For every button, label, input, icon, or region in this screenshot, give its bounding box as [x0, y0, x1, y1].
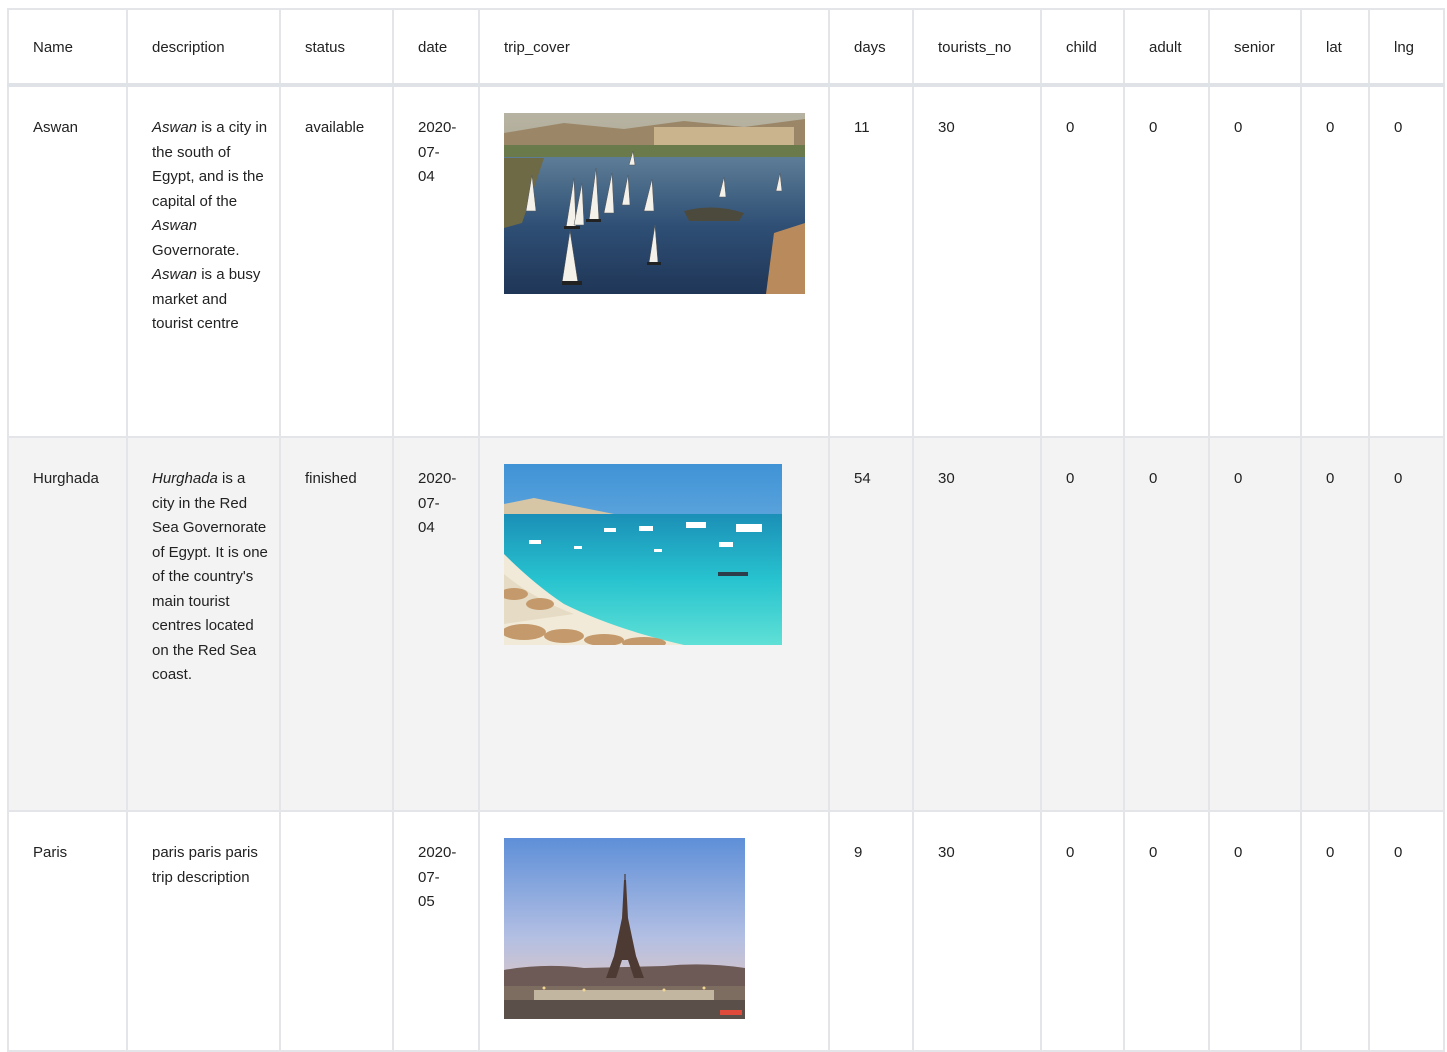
cell-tourists-no: 30: [912, 810, 1042, 1052]
table-row[interactable]: Hurghada Hurghada is a city in the Red S…: [7, 436, 1445, 812]
date-part: 05: [418, 893, 435, 910]
description-text: Governorate.: [152, 241, 240, 259]
column-header-senior[interactable]: senior: [1208, 8, 1302, 87]
cell-trip-cover: [478, 84, 830, 438]
hurghada-cover-image[interactable]: [504, 464, 782, 645]
cell-senior: 0: [1208, 84, 1302, 438]
column-header-name[interactable]: Name: [7, 8, 128, 87]
cell-name: Paris: [7, 810, 128, 1052]
aswan-cover-image[interactable]: [504, 113, 805, 294]
cell-description: Aswan is a city in the south of Egypt, a…: [126, 84, 281, 438]
cell-status: [279, 810, 394, 1052]
cell-senior: 0: [1208, 810, 1302, 1052]
date-part: 2020-: [418, 119, 457, 136]
date-part: 07-: [418, 143, 440, 161]
cell-description: Hurghada is a city in the Red Sea Govern…: [126, 436, 281, 812]
cell-lat: 0: [1300, 84, 1370, 438]
cell-status: finished: [279, 436, 394, 812]
description-emphasis: Hurghada: [152, 470, 218, 487]
cell-tourists-no: 30: [912, 436, 1042, 812]
cell-adult: 0: [1123, 436, 1210, 812]
cell-lng: 0: [1368, 84, 1445, 438]
cell-date: 2020- 07- 05: [392, 810, 480, 1052]
cell-description: paris paris paris trip description: [126, 810, 281, 1052]
cell-lng: 0: [1368, 810, 1445, 1052]
cell-lng: 0: [1368, 436, 1445, 812]
date-part: 04: [418, 519, 435, 536]
date-part: 2020-: [418, 844, 457, 861]
column-header-adult[interactable]: adult: [1123, 8, 1210, 87]
column-header-description[interactable]: description: [126, 8, 281, 87]
table-header-row: Name description status date trip_cover …: [7, 8, 1445, 87]
trips-table-container: Name description status date trip_cover …: [7, 8, 1445, 1052]
description-emphasis: Aswan: [152, 119, 198, 136]
column-header-child[interactable]: child: [1040, 8, 1125, 87]
column-header-days[interactable]: days: [828, 8, 914, 87]
cell-days: 11: [828, 84, 914, 438]
paris-cover-image[interactable]: [504, 838, 745, 1019]
description-emphasis: Aswan: [152, 217, 198, 234]
description-text: paris paris paris trip description: [152, 844, 258, 886]
cell-date: 2020- 07- 04: [392, 84, 480, 438]
date-part: 07-: [418, 868, 440, 886]
table-row[interactable]: Paris paris paris paris trip description…: [7, 810, 1445, 1052]
column-header-lng[interactable]: lng: [1368, 8, 1445, 87]
cell-days: 9: [828, 810, 914, 1052]
cell-days: 54: [828, 436, 914, 812]
column-header-tourists-no[interactable]: tourists_no: [912, 8, 1042, 87]
cell-lat: 0: [1300, 436, 1370, 812]
trips-table: Name description status date trip_cover …: [7, 8, 1445, 1052]
cell-name: Hurghada: [7, 436, 128, 812]
date-part: 04: [418, 168, 435, 185]
cell-child: 0: [1040, 810, 1125, 1052]
cell-child: 0: [1040, 84, 1125, 438]
cell-lat: 0: [1300, 810, 1370, 1052]
cell-date: 2020- 07- 04: [392, 436, 480, 812]
date-part: 07-: [418, 494, 440, 512]
cell-adult: 0: [1123, 84, 1210, 438]
column-header-lat[interactable]: lat: [1300, 8, 1370, 87]
date-part: 2020-: [418, 470, 457, 487]
description-text: is a city in the Red Sea Governorate of …: [152, 470, 268, 683]
cell-senior: 0: [1208, 436, 1302, 812]
cell-adult: 0: [1123, 810, 1210, 1052]
cell-status: available: [279, 84, 394, 438]
column-header-trip-cover[interactable]: trip_cover: [478, 8, 830, 87]
cell-child: 0: [1040, 436, 1125, 812]
cell-tourists-no: 30: [912, 84, 1042, 438]
column-header-status[interactable]: status: [279, 8, 394, 87]
cell-trip-cover: [478, 436, 830, 812]
cell-name: Aswan: [7, 84, 128, 438]
table-row[interactable]: Aswan Aswan is a city in the south of Eg…: [7, 84, 1445, 438]
column-header-date[interactable]: date: [392, 8, 480, 87]
cell-trip-cover: [478, 810, 830, 1052]
description-emphasis: Aswan: [152, 266, 198, 283]
